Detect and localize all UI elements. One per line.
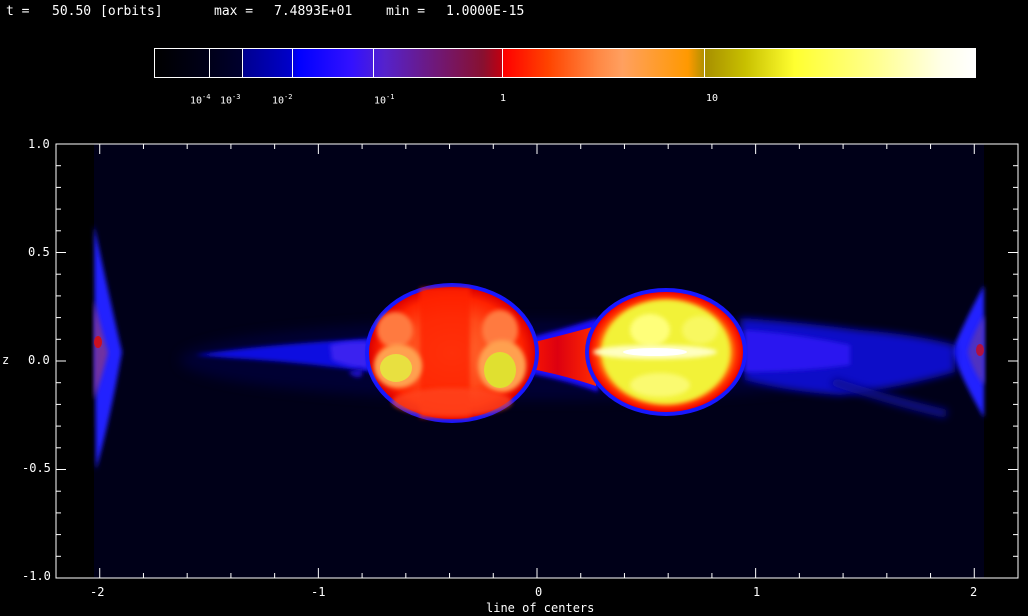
x-axis-label: line of centers (486, 601, 595, 615)
left-star-core-left (380, 354, 412, 382)
y-tick-label: 1.0 (28, 137, 50, 151)
left-star-core-right (484, 352, 516, 388)
right-star-core (623, 348, 687, 356)
y-tick-label: -1.0 (22, 569, 51, 583)
x-tick-label: -2 (90, 585, 105, 599)
y-tick-label: -0.5 (22, 461, 51, 475)
x-tick-label: 0 (535, 585, 543, 599)
x-tick-label: 1 (753, 585, 761, 599)
y-tick-label: 0.5 (28, 245, 50, 259)
x-tick-label: 2 (970, 585, 978, 599)
y-axis-label: z (2, 353, 10, 367)
y-tick-label: 0.0 (28, 353, 50, 367)
density-image (55, 143, 1019, 579)
x-tick-label: -1 (311, 585, 326, 599)
density-plot-figure: t = 50.50 [orbits] max = 7.4893E+01 min … (0, 0, 1028, 616)
